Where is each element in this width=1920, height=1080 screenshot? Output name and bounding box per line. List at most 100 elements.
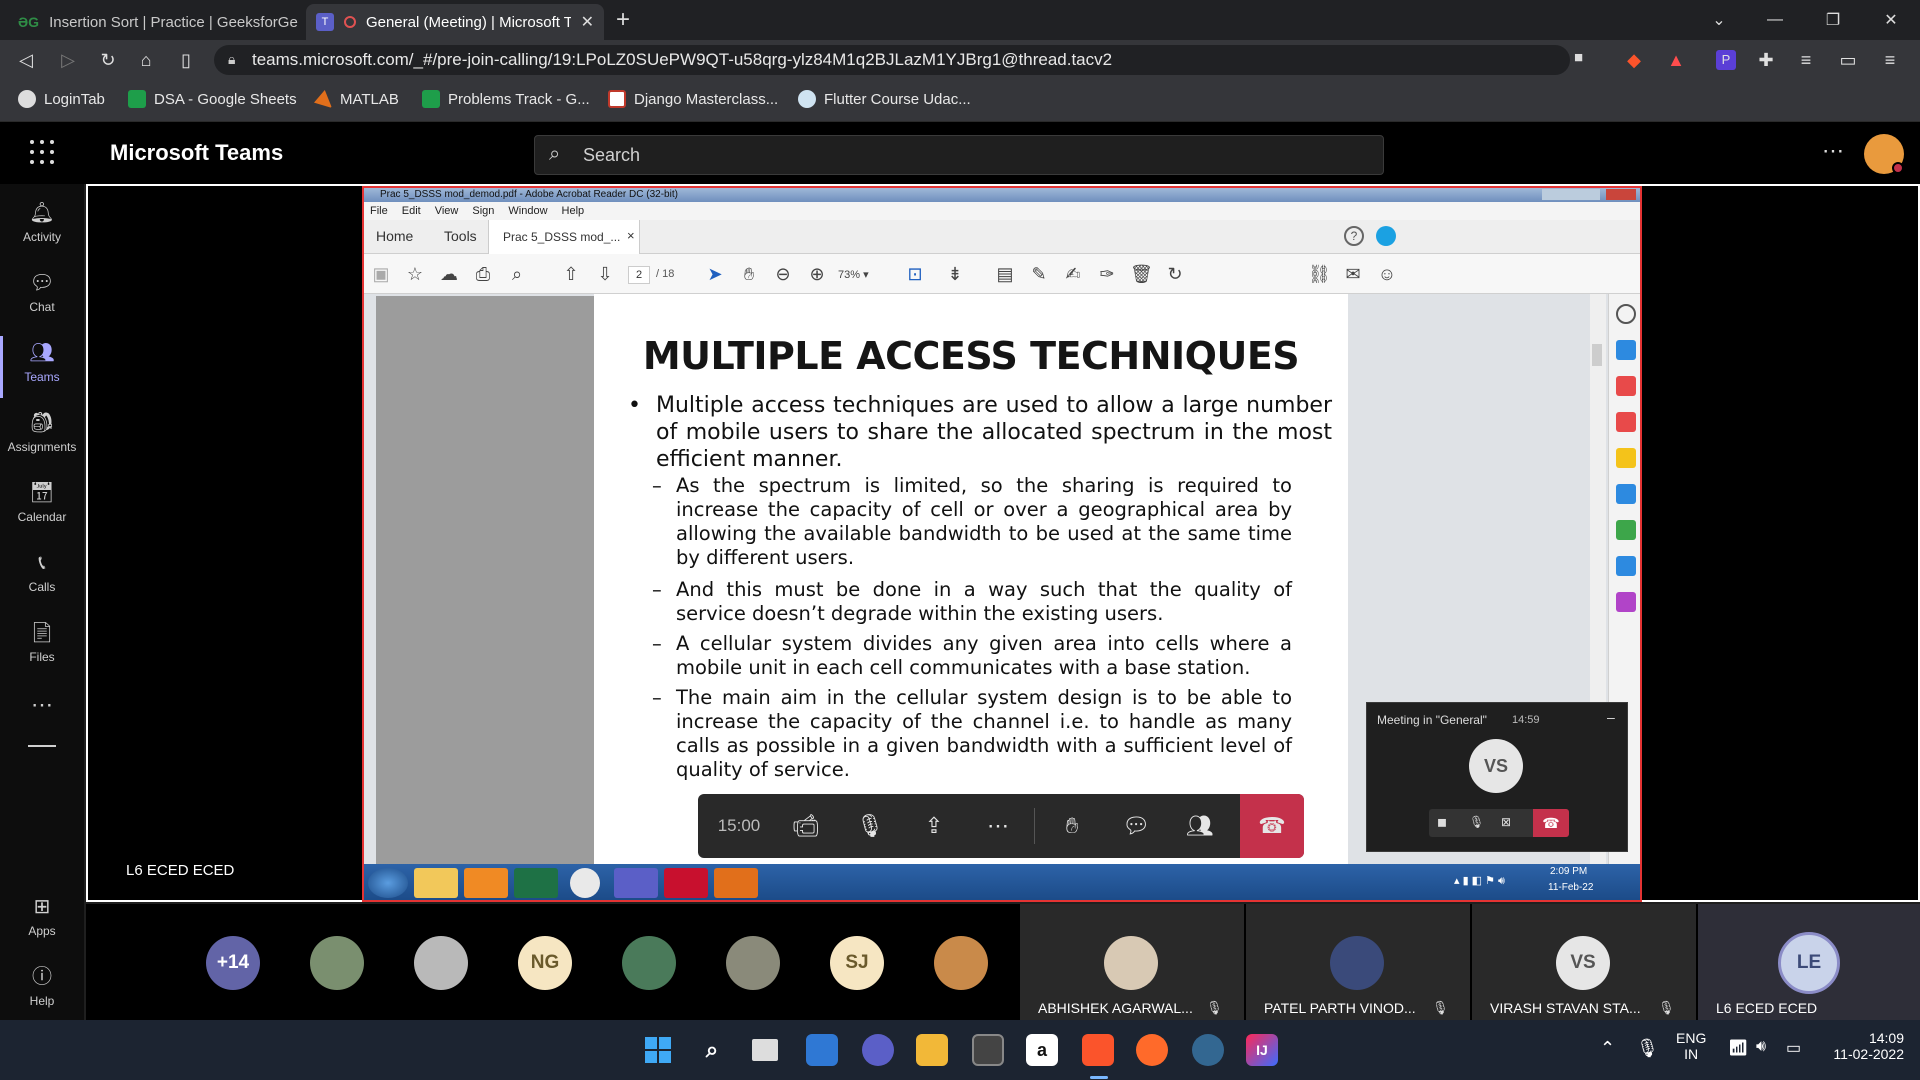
show-hidden-icons-icon[interactable]: ⌃ <box>1600 1038 1615 1059</box>
highlight-pen-icon: ✎ <box>1031 264 1047 284</box>
avatar[interactable]: NG <box>518 936 572 990</box>
bookmark-icon[interactable]: ▯ <box>174 48 198 72</box>
volume-icon[interactable]: 🔊︎ <box>1756 1038 1766 1056</box>
mute-button[interactable]: 🎙︎ <box>838 794 902 858</box>
menu-icon[interactable]: ≡ <box>1878 48 1902 72</box>
new-tab-button[interactable]: + <box>616 6 630 34</box>
participant-name: VIRASH STAVAN STA... <box>1490 1000 1641 1016</box>
more-options-icon[interactable]: ⋯ <box>1822 138 1844 164</box>
bookmark-dsa-sheets[interactable]: DSA - Google Sheets <box>128 90 297 108</box>
rail-item-apps[interactable]: ⊞ Apps <box>0 890 84 952</box>
rail-item-calls[interactable]: 📞︎ Calls <box>0 546 84 608</box>
camera-icon[interactable]: ■ <box>1574 49 1583 66</box>
avatar[interactable]: SJ <box>830 936 884 990</box>
hangup-icon[interactable]: ☎ <box>1533 809 1569 837</box>
leave-call-button[interactable]: ☎ <box>1240 794 1304 858</box>
store-icon[interactable] <box>972 1034 1004 1066</box>
avatar[interactable] <box>310 936 364 990</box>
assignments-icon: 🎒︎ <box>29 412 55 434</box>
minimize-button[interactable]: — <box>1746 0 1804 40</box>
participant-tile[interactable]: ABHISHEK AGARWAL... 🎙︎ <box>1020 904 1244 1020</box>
meeting-mini-window[interactable]: Meeting in "General" 14:59 – VS ◼ 🎙︎ ⊠ ☎ <box>1366 702 1628 852</box>
back-icon[interactable]: ◁ <box>14 48 38 72</box>
wifi-icon[interactable]: 📶︎ <box>1728 1038 1748 1058</box>
participant-name: L6 ECED ECED <box>1716 1000 1818 1016</box>
avatar[interactable] <box>1864 134 1904 174</box>
avatar[interactable] <box>726 936 780 990</box>
search-input[interactable]: ⌕ Search <box>534 135 1384 175</box>
postgres-icon[interactable] <box>1192 1034 1224 1066</box>
media-list-icon[interactable]: ≡ <box>1794 48 1818 72</box>
participants-button[interactable]: 👥︎ <box>1168 794 1232 858</box>
rail-item-calendar[interactable]: 📅︎ Calendar <box>0 476 84 538</box>
windows-start-icon[interactable] <box>642 1034 674 1066</box>
wallet-icon[interactable]: ▭ <box>1836 48 1860 72</box>
upload-icon: ☁ <box>440 264 458 284</box>
brave-icon[interactable] <box>1082 1034 1114 1066</box>
camera-off-button[interactable]: 📹︎ <box>774 794 838 858</box>
rail-item-assignments[interactable]: 🎒︎ Assignments <box>0 406 84 468</box>
extension-p-icon[interactable]: P <box>1714 48 1738 72</box>
file-explorer-icon[interactable] <box>916 1034 948 1066</box>
address-toolbar: ◁ ▷ ↻ ⌂ ▯ 🔒︎ teams.microsoft.com/_#/pre-… <box>0 40 1920 80</box>
page-total: / 18 <box>656 268 675 280</box>
overflow-participants[interactable]: +14 <box>206 936 260 990</box>
brave-shield-icon[interactable]: ◆ <box>1622 48 1646 72</box>
send-sign-icon <box>1616 556 1636 576</box>
reload-icon[interactable]: ↻ <box>96 48 120 72</box>
restore-button[interactable]: ❐ <box>1804 0 1862 40</box>
tab-teams-meeting[interactable]: T General (Meeting) | Microsoft Teams ✕ <box>306 4 604 40</box>
task-view-icon[interactable] <box>752 1039 778 1061</box>
bookmark-django[interactable]: Django Masterclass... <box>608 90 778 108</box>
avatar[interactable] <box>622 936 676 990</box>
brave-rewards-icon[interactable]: ▲ <box>1664 48 1688 72</box>
search-icon[interactable]: ⌕ <box>696 1034 728 1066</box>
teams-chat-icon[interactable] <box>862 1034 894 1066</box>
rail-item-activity[interactable]: 🔔︎ Activity <box>0 196 84 258</box>
rail-item-teams[interactable]: 👥︎ Teams <box>0 336 84 398</box>
close-window-button[interactable]: ✕ <box>1862 0 1920 40</box>
avatar[interactable] <box>934 936 988 990</box>
system-clock[interactable]: 14:09 11-02-2022 <box>1822 1030 1904 1062</box>
zoom-in-icon: ⊕ <box>809 264 825 284</box>
bookmark-matlab[interactable]: MATLAB <box>314 90 399 108</box>
bookmark-flutter[interactable]: Flutter Course Udac... <box>798 90 971 108</box>
camera-off-icon[interactable]: ◼ <box>1437 815 1447 829</box>
url-field[interactable]: 🔒︎ teams.microsoft.com/_#/pre-join-calli… <box>214 45 1583 75</box>
stop-share-icon[interactable]: ⊠ <box>1501 815 1511 829</box>
mini-controls: ◼ 🎙︎ ⊠ ☎ <box>1429 809 1569 837</box>
app-launcher-icon[interactable] <box>30 140 54 164</box>
battery-icon[interactable]: ▭ <box>1786 1038 1801 1058</box>
raise-hand-button[interactable]: ✋︎ <box>1040 794 1104 858</box>
participant-tile[interactable]: LE L6 ECED ECED <box>1698 904 1920 1020</box>
amazon-icon[interactable]: a <box>1026 1034 1058 1066</box>
bookmark-logintab[interactable]: LoginTab <box>18 90 105 108</box>
mic-icon[interactable]: 🎙︎ <box>1469 815 1484 829</box>
intellij-icon[interactable]: IJ <box>1246 1034 1278 1066</box>
chat-button[interactable]: 💬︎ <box>1104 794 1168 858</box>
close-tab-icon[interactable]: ✕ <box>581 12 594 32</box>
language-indicator[interactable]: ENG IN <box>1676 1030 1706 1062</box>
share-screen-button[interactable]: ⇪ <box>902 794 966 858</box>
slide-bullet: • Multiple access techniques are used to… <box>628 393 1332 472</box>
forward-icon[interactable]: ▷ <box>56 48 80 72</box>
pdf-page: MULTIPLE ACCESS TECHNIQUES • Multiple ac… <box>594 294 1348 864</box>
extensions-puzzle-icon[interactable]: ✚ <box>1754 48 1778 72</box>
rail-item-chat[interactable]: 💬︎ Chat <box>0 266 84 328</box>
organize-pages-icon <box>1616 376 1636 396</box>
avatar[interactable] <box>414 936 468 990</box>
prev-page-icon: ⇧ <box>563 264 579 284</box>
tab-search-chevron-icon[interactable]: ⌄ <box>1690 0 1748 40</box>
participant-tile[interactable]: VS VIRASH STAVAN STA... 🎙︎ <box>1472 904 1696 1020</box>
participant-tile[interactable]: PATEL PARTH VINOD... 🎙︎ <box>1246 904 1470 1020</box>
rail-item-files[interactable]: 📄︎ Files <box>0 616 84 678</box>
widgets-icon[interactable] <box>806 1034 838 1066</box>
home-icon[interactable]: ⌂ <box>134 48 158 72</box>
more-actions-button[interactable]: ⋯ <box>966 794 1030 858</box>
rail-item-help[interactable]: ⓘ Help <box>0 960 84 1022</box>
bookmark-problems-track[interactable]: Problems Track - G... <box>422 90 590 108</box>
mic-icon[interactable]: 🎙︎ <box>1636 1038 1659 1059</box>
minimize-icon[interactable]: – <box>1607 709 1615 725</box>
postman-icon[interactable] <box>1136 1034 1168 1066</box>
tab-geeksforgeeks[interactable]: ƏG Insertion Sort | Practice | GeeksforG… <box>8 4 308 40</box>
